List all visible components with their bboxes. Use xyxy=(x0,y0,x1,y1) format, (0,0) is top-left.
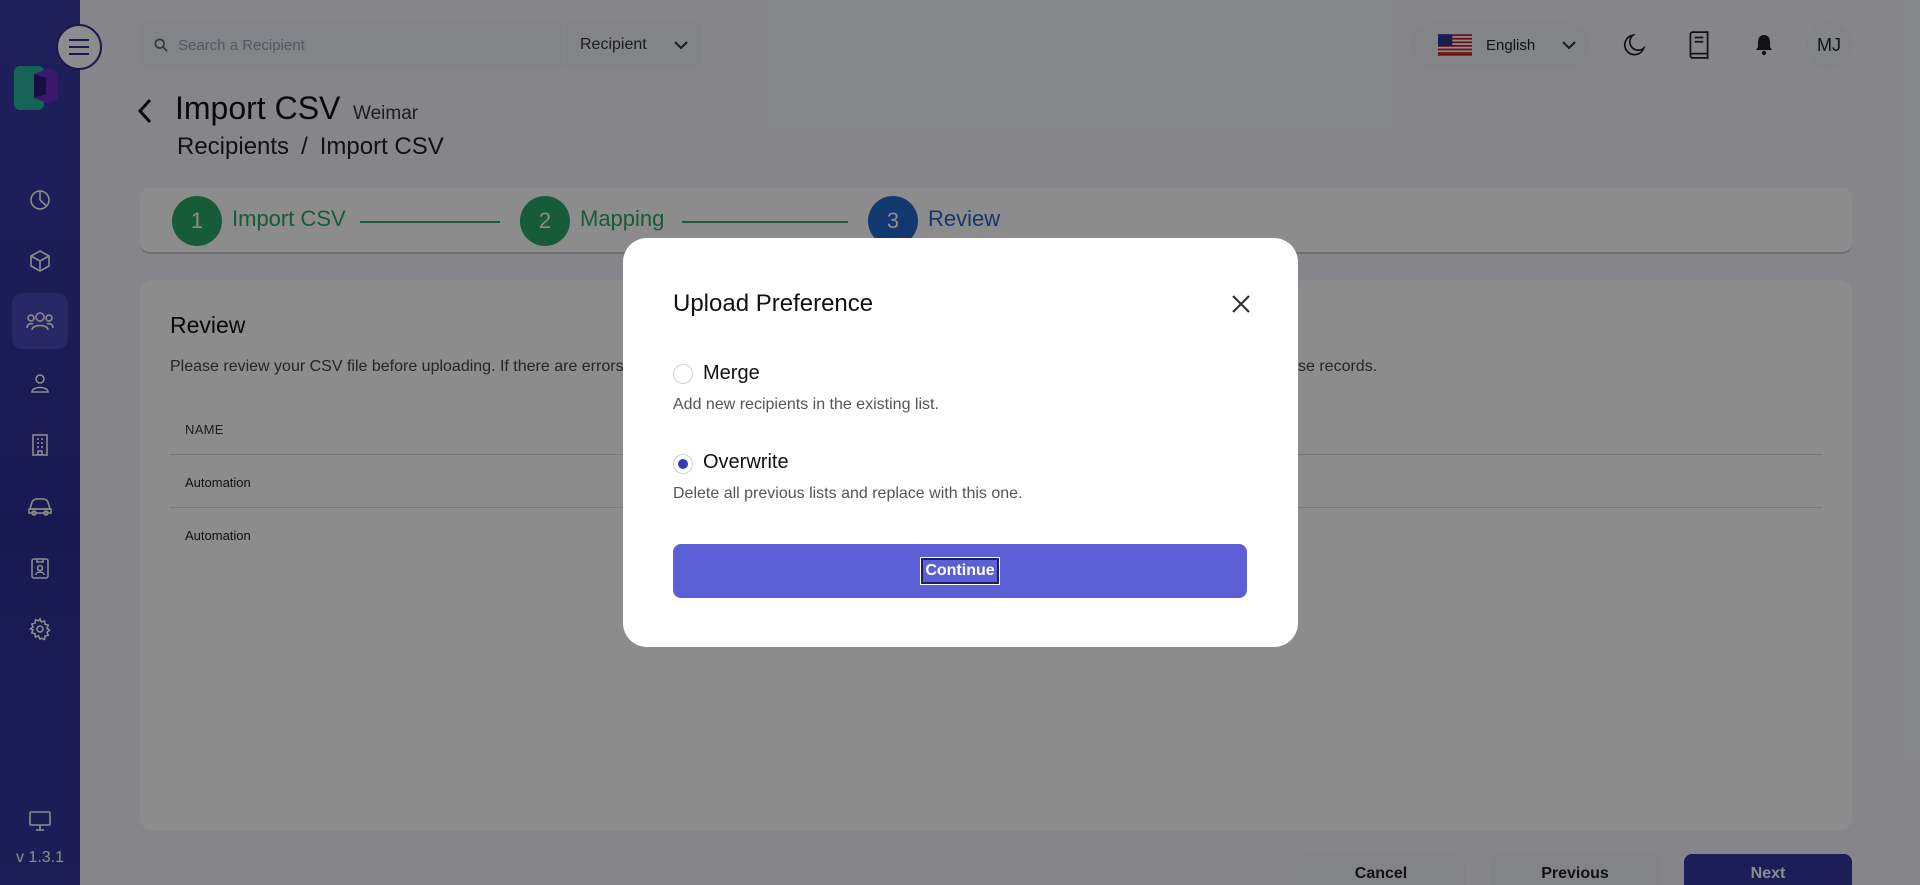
merge-option-label[interactable]: Merge xyxy=(703,362,760,385)
close-button[interactable] xyxy=(1225,288,1257,320)
upload-preference-dialog: Upload Preference Merge Add new recipien… xyxy=(623,238,1298,647)
merge-option-description: Add new recipients in the existing list. xyxy=(673,396,939,413)
merge-radio[interactable] xyxy=(673,364,693,384)
close-icon xyxy=(1232,295,1250,313)
continue-button[interactable]: Continue xyxy=(673,544,1247,598)
overwrite-option-label[interactable]: Overwrite xyxy=(703,451,789,474)
dialog-title: Upload Preference xyxy=(673,290,874,317)
continue-label: Continue xyxy=(921,558,999,584)
overwrite-option-description: Delete all previous lists and replace wi… xyxy=(673,485,1023,502)
overwrite-radio[interactable] xyxy=(673,454,693,474)
